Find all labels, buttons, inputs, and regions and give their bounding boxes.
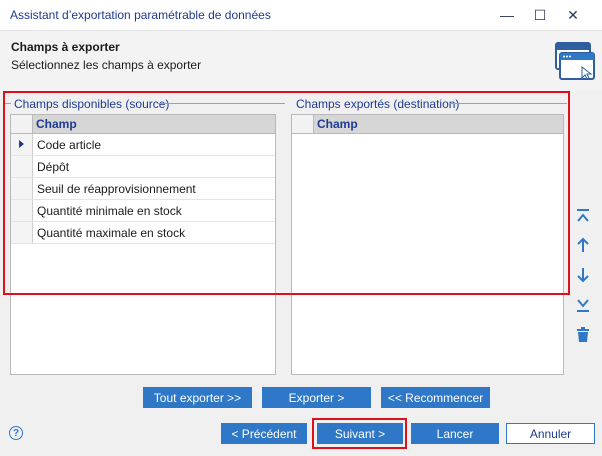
row-header[interactable] <box>11 134 33 155</box>
launch-button[interactable]: Lancer <box>411 423 499 444</box>
previous-button[interactable]: < Précédent <box>221 423 307 444</box>
source-group-line-right <box>158 103 285 104</box>
destination-fields-grid[interactable]: Champ <box>291 114 564 375</box>
close-button[interactable]: ✕ <box>558 4 588 26</box>
destination-grid-header: Champ <box>292 115 563 134</box>
source-group-line-left <box>4 103 11 104</box>
destination-group-line-right <box>450 103 567 104</box>
destination-select-all-cell[interactable] <box>292 115 314 133</box>
row-header[interactable] <box>11 156 33 177</box>
table-row[interactable]: Seuil de réapprovisionnement <box>11 178 275 200</box>
field-name: Quantité maximale en stock <box>37 226 186 240</box>
export-button[interactable]: Exporter > <box>262 387 371 408</box>
restart-button[interactable]: << Recommencer <box>381 387 490 408</box>
trash-icon[interactable] <box>573 325 593 345</box>
move-up-icon[interactable] <box>573 235 593 255</box>
source-group-label: Champs disponibles (source) <box>12 97 172 111</box>
page-subtitle: Sélectionnez les champs à exporter <box>11 58 202 72</box>
help-icon[interactable]: ? <box>9 426 23 440</box>
move-to-bottom-icon[interactable] <box>573 295 593 315</box>
row-header[interactable] <box>11 222 33 243</box>
field-name: Quantité minimale en stock <box>37 204 182 218</box>
move-down-icon[interactable] <box>573 265 593 285</box>
title-bar: Assistant d’exportation paramétrable de … <box>0 0 602 30</box>
source-column-header[interactable]: Champ <box>36 117 77 131</box>
move-to-top-icon[interactable] <box>573 206 593 226</box>
window-title: Assistant d’exportation paramétrable de … <box>10 8 271 22</box>
next-button[interactable]: Suivant > <box>317 423 403 444</box>
page-title: Champs à exporter <box>11 40 120 54</box>
current-row-indicator-icon <box>19 140 24 148</box>
row-header[interactable] <box>11 200 33 221</box>
minimize-button[interactable]: — <box>492 4 522 26</box>
row-header[interactable] <box>11 178 33 199</box>
table-row[interactable]: Quantité maximale en stock <box>11 222 275 244</box>
wizard-header: Champs à exporter Sélectionnez les champ… <box>0 30 602 92</box>
destination-column-header[interactable]: Champ <box>317 117 358 131</box>
table-row[interactable]: Dépôt <box>11 156 275 178</box>
wizard-window-icon <box>555 42 595 80</box>
maximize-button[interactable]: ☐ <box>525 4 555 26</box>
field-name: Seuil de réapprovisionnement <box>37 182 196 196</box>
source-grid-header: Champ <box>11 115 275 134</box>
table-row[interactable]: Code article <box>11 134 275 156</box>
field-name: Code article <box>37 138 102 152</box>
field-name: Dépôt <box>37 160 70 174</box>
table-row[interactable]: Quantité minimale en stock <box>11 200 275 222</box>
cancel-button[interactable]: Annuler <box>506 423 595 444</box>
export-all-button[interactable]: Tout exporter >> <box>143 387 252 408</box>
source-fields-grid[interactable]: Champ Code article Dépôt Seuil de réappr… <box>10 114 276 375</box>
source-select-all-cell[interactable] <box>11 115 33 133</box>
destination-group-label: Champs exportés (destination) <box>294 97 462 111</box>
